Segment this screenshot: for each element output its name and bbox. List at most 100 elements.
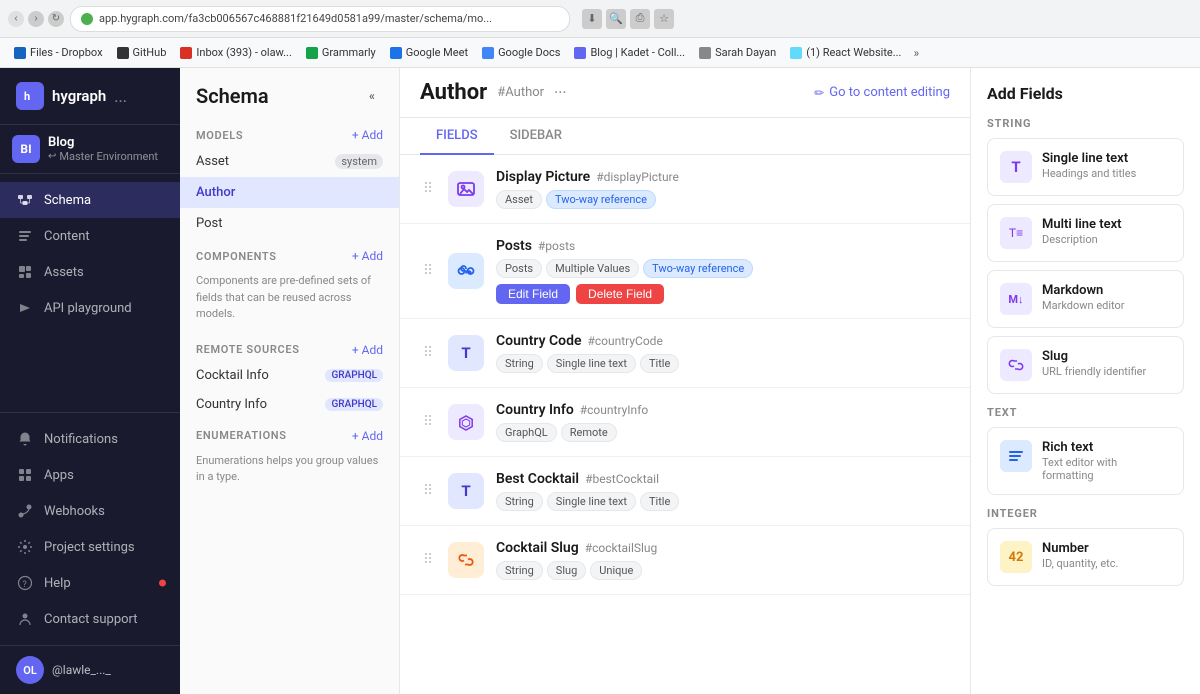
- markdown-icon: M↓: [1000, 283, 1032, 315]
- field-hash: #countryInfo: [580, 403, 648, 417]
- main-content: Author #Author ··· ✏ Go to content editi…: [400, 68, 970, 694]
- env-block: BI Blog ↩ Master Environment: [12, 135, 168, 163]
- model-item-author[interactable]: Author: [180, 177, 399, 208]
- bookmark-icon: [790, 47, 802, 59]
- env-badge: BI: [12, 135, 40, 163]
- bookmark-github[interactable]: GitHub: [111, 44, 173, 61]
- field-row-country-info[interactable]: ⠿ Country Info #countryInfo GraphQL Remo…: [400, 388, 970, 457]
- env-name: Blog: [48, 135, 158, 150]
- add-field-rich-text[interactable]: Rich text Text editor with formatting: [987, 427, 1184, 495]
- tab-fields[interactable]: FIELDS: [420, 118, 494, 155]
- sidebar-item-assets[interactable]: Assets: [0, 254, 180, 290]
- add-field-markdown[interactable]: M↓ Markdown Markdown editor: [987, 270, 1184, 328]
- drag-handle[interactable]: ⠿: [420, 414, 436, 430]
- bookmark-label: GitHub: [133, 46, 167, 59]
- more-options-button[interactable]: ···: [554, 83, 567, 102]
- bookmark-files-dropbox[interactable]: Files - Dropbox: [8, 44, 109, 61]
- add-remote-source-button[interactable]: + Add: [352, 343, 383, 357]
- sidebar-item-notifications[interactable]: Notifications: [0, 421, 180, 457]
- forward-button[interactable]: ›: [28, 11, 44, 27]
- back-button[interactable]: ‹: [8, 11, 24, 27]
- drag-handle[interactable]: ⠿: [420, 345, 436, 361]
- sidebar-item-project-settings[interactable]: Project settings: [0, 529, 180, 565]
- go-to-editing-button[interactable]: ✏ Go to content editing: [814, 85, 950, 100]
- add-field-multi-line-text[interactable]: T≡ Multi line text Description: [987, 204, 1184, 262]
- refresh-button[interactable]: ↻: [48, 11, 64, 27]
- env-info: Blog ↩ Master Environment: [48, 135, 158, 163]
- sidebar-item-webhooks[interactable]: Webhooks: [0, 493, 180, 529]
- edit-field-button[interactable]: Edit Field: [496, 284, 570, 304]
- search-button[interactable]: 🔍: [606, 9, 626, 29]
- user-area[interactable]: OL @lawle_..._: [0, 645, 180, 694]
- api-icon: [16, 299, 34, 317]
- collapse-button[interactable]: «: [361, 85, 383, 107]
- slug-name: Slug: [1042, 349, 1146, 364]
- add-model-button[interactable]: + Add: [352, 128, 383, 142]
- bookmark-button[interactable]: ☆: [654, 9, 674, 29]
- bookmark-google-docs[interactable]: Google Docs: [476, 44, 566, 61]
- help-icon: ?: [16, 574, 34, 592]
- field-row-posts[interactable]: ⠿ Posts #posts Po: [400, 224, 970, 319]
- address-bar[interactable]: app.hygraph.com/fa3cb006567c468881f21649…: [70, 6, 570, 32]
- rich-text-icon: [1000, 440, 1032, 472]
- bookmark-grammarly[interactable]: Grammarly: [300, 44, 382, 61]
- field-info-best-cocktail: Best Cocktail #bestCocktail String Singl…: [496, 471, 950, 511]
- bookmark-blog-kadet[interactable]: Blog | Kadet - Coll...: [568, 44, 691, 61]
- remote-item-cocktail-info[interactable]: Cocktail Info GRAPHQL: [180, 361, 399, 390]
- field-tag: String: [496, 492, 543, 511]
- single-line-text-name: Single line text: [1042, 151, 1136, 166]
- field-tag: String: [496, 354, 543, 373]
- bookmark-icon: [306, 47, 318, 59]
- sidebar-item-apps[interactable]: Apps: [0, 457, 180, 493]
- bookmark-label: Sarah Dayan: [715, 46, 776, 59]
- field-name-country-info: Country Info #countryInfo: [496, 402, 950, 418]
- add-field-slug[interactable]: Slug URL friendly identifier: [987, 336, 1184, 394]
- sidebar-item-api-playground[interactable]: API playground: [0, 290, 180, 326]
- sidebar-item-schema[interactable]: Schema: [0, 182, 180, 218]
- sidebar-item-label-notifications: Notifications: [44, 432, 118, 447]
- add-fields-title: Add Fields: [987, 84, 1184, 103]
- field-row-country-code[interactable]: ⠿ T Country Code #countryCode String Sin…: [400, 319, 970, 388]
- drag-handle[interactable]: ⠿: [420, 181, 436, 197]
- sidebar-item-content[interactable]: Content: [0, 218, 180, 254]
- bookmark-google-meet[interactable]: Google Meet: [384, 44, 474, 61]
- drag-handle[interactable]: ⠿: [420, 552, 436, 568]
- sidebar-item-label-assets: Assets: [44, 265, 84, 280]
- delete-field-button[interactable]: Delete Field: [576, 284, 664, 304]
- markdown-desc: Markdown editor: [1042, 299, 1125, 312]
- field-info-posts: Posts #posts Posts Multiple Values Two-w…: [496, 238, 950, 304]
- bookmark-icon: [14, 47, 26, 59]
- field-tag: String: [496, 561, 543, 580]
- integer-section-label: INTEGER: [987, 507, 1184, 520]
- remote-item-country-info[interactable]: Country Info GRAPHQL: [180, 390, 399, 419]
- bookmark-inbox[interactable]: Inbox (393) - olaw...: [174, 44, 297, 61]
- field-row-cocktail-slug[interactable]: ⠿ Cocktail Slug #cocktailSlug String Slu…: [400, 526, 970, 595]
- env-area: BI Blog ↩ Master Environment: [0, 125, 180, 174]
- bookmark-react-website[interactable]: (1) React Website...: [784, 44, 907, 61]
- tab-sidebar[interactable]: SIDEBAR: [494, 118, 578, 155]
- add-enumeration-button[interactable]: + Add: [352, 429, 383, 443]
- bookmark-sarah-dayan[interactable]: Sarah Dayan: [693, 44, 782, 61]
- add-field-number[interactable]: 42 Number ID, quantity, etc.: [987, 528, 1184, 586]
- sidebar-item-contact-support[interactable]: Contact support: [0, 601, 180, 637]
- more-bookmarks[interactable]: »: [909, 46, 923, 60]
- model-item-asset[interactable]: Asset system: [180, 146, 399, 177]
- sidebar-item-label-content: Content: [44, 229, 90, 244]
- sidebar-item-help[interactable]: ? Help: [0, 565, 180, 601]
- schema-title: Schema «: [196, 84, 383, 108]
- number-desc: ID, quantity, etc.: [1042, 557, 1118, 570]
- download-button[interactable]: ⬇: [582, 9, 602, 29]
- notification-dot: [159, 580, 166, 587]
- drag-handle[interactable]: ⠿: [420, 263, 436, 279]
- sidebar-item-label-webhooks: Webhooks: [44, 504, 105, 519]
- field-actions: Edit Field Delete Field: [496, 284, 950, 304]
- add-field-single-line-text[interactable]: T Single line text Headings and titles: [987, 138, 1184, 196]
- add-component-button[interactable]: + Add: [352, 249, 383, 263]
- field-row-display-picture[interactable]: ⠿ Display Picture #displayPicture Asset: [400, 155, 970, 224]
- multi-line-text-info: Multi line text Description: [1042, 217, 1122, 246]
- model-item-post[interactable]: Post: [180, 208, 399, 239]
- drag-handle[interactable]: ⠿: [420, 483, 436, 499]
- field-row-best-cocktail[interactable]: ⠿ T Best Cocktail #bestCocktail String S…: [400, 457, 970, 526]
- share-button[interactable]: ⎙: [630, 9, 650, 29]
- slug-desc: URL friendly identifier: [1042, 365, 1146, 378]
